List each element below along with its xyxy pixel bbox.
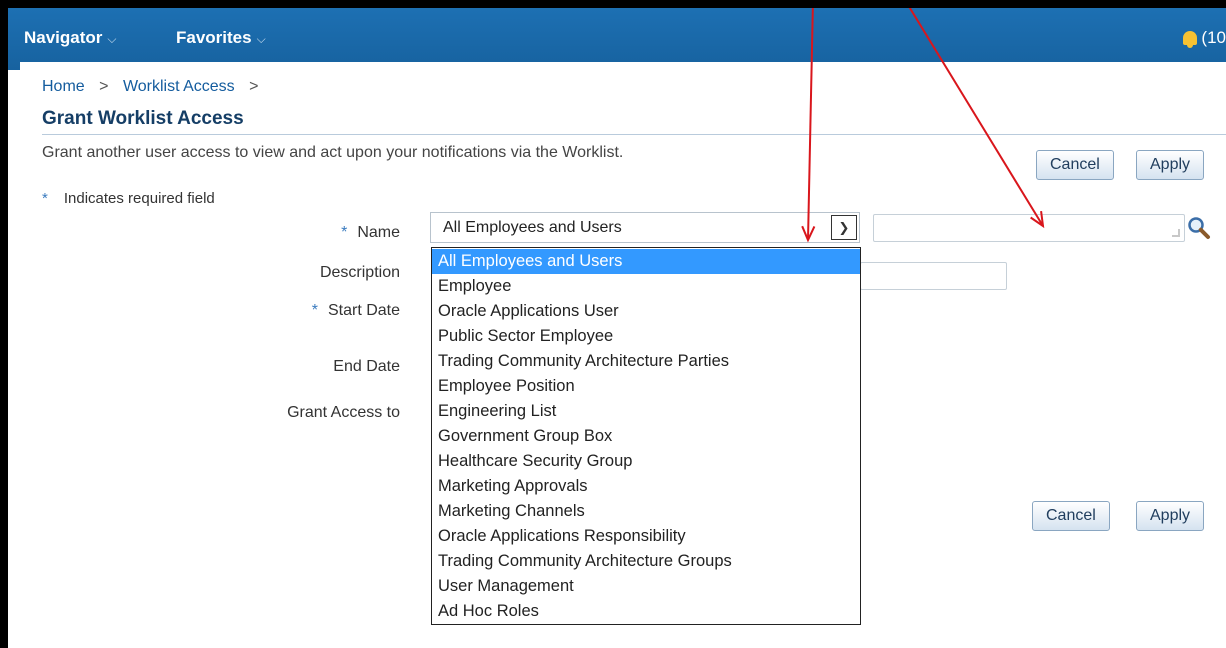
grant-access-label: Grant Access to (287, 404, 400, 421)
required-marker: * (311, 302, 318, 319)
name-label: * Name (341, 224, 400, 242)
name-type-dropdown-list: All Employees and Users Employee Oracle Ap… (431, 247, 861, 625)
title-divider (42, 134, 1226, 135)
apply-button-bottom[interactable]: Apply (1136, 501, 1205, 531)
dropdown-option[interactable]: Trading Community Architecture Parties (432, 349, 860, 374)
navigator-label: Navigator (24, 28, 103, 47)
name-type-select-value: All Employees and Users (443, 218, 622, 236)
apply-button-top[interactable]: Apply (1136, 150, 1205, 180)
description-label: Description (319, 264, 400, 281)
page-title: Grant Worklist Access (42, 108, 244, 129)
required-note-text: Indicates required field (63, 190, 215, 207)
page-instruction: Grant another user access to view and ac… (42, 144, 624, 161)
description-input[interactable] (860, 262, 1007, 290)
name-label-text: Name (357, 224, 400, 241)
breadcrumb-separator: > (99, 78, 109, 95)
chevron-down-icon[interactable]: ❯ (831, 215, 857, 240)
dropdown-option[interactable]: Employee Position (432, 374, 860, 399)
name-type-select[interactable]: All Employees and Users ❯ (430, 212, 860, 243)
favorites-label: Favorites (176, 28, 252, 47)
breadcrumb: Home > Worklist Access > (42, 78, 268, 96)
notifications-count: (10 (1201, 28, 1226, 47)
dropdown-option[interactable]: Trading Community Architecture Groups (432, 549, 860, 574)
favorites-menu[interactable]: Favorites ⌵ (176, 28, 266, 48)
breadcrumb-separator: > (249, 78, 259, 95)
start-date-label-text: Start Date (327, 302, 400, 319)
notifications-link[interactable]: (10 (1183, 28, 1226, 48)
dropdown-option[interactable]: Healthcare Security Group (432, 449, 860, 474)
breadcrumb-home[interactable]: Home (42, 78, 85, 95)
breadcrumb-worklist-access[interactable]: Worklist Access (123, 78, 235, 95)
dropdown-option[interactable]: Public Sector Employee (432, 324, 860, 349)
global-header: Navigator ⌵ Favorites ⌵ (10 (8, 8, 1226, 70)
dropdown-option[interactable]: Government Group Box (432, 424, 860, 449)
cancel-button-top[interactable]: Cancel (1036, 150, 1114, 180)
chevron-down-icon: ⌵ (107, 31, 117, 46)
required-marker: * (42, 190, 48, 207)
dropdown-option[interactable]: Ad Hoc Roles (432, 599, 860, 624)
start-date-label: * Start Date (312, 302, 400, 320)
resize-grip-icon (1172, 229, 1180, 237)
dropdown-option[interactable]: User Management (432, 574, 860, 599)
dropdown-option[interactable]: Marketing Approvals (432, 474, 860, 499)
name-lov-input[interactable] (873, 214, 1185, 242)
dropdown-option[interactable]: Oracle Applications Responsibility (432, 524, 860, 549)
page-content: Home > Worklist Access > Grant Worklist … (20, 62, 1226, 648)
dropdown-option[interactable]: Employee (432, 274, 860, 299)
dropdown-option[interactable]: Oracle Applications User (432, 299, 860, 324)
dropdown-option[interactable]: Marketing Channels (432, 499, 860, 524)
dropdown-option[interactable]: Engineering List (432, 399, 860, 424)
required-field-note: * Indicates required field (42, 190, 215, 207)
search-icon[interactable] (1186, 215, 1212, 241)
required-marker: * (341, 224, 348, 241)
end-date-label: End Date (333, 358, 400, 375)
bell-icon (1183, 31, 1198, 48)
chevron-down-icon: ⌵ (256, 31, 266, 46)
navigator-menu[interactable]: Navigator ⌵ (24, 28, 117, 48)
cancel-button-bottom[interactable]: Cancel (1032, 501, 1110, 531)
dropdown-option[interactable]: All Employees and Users (432, 249, 860, 274)
